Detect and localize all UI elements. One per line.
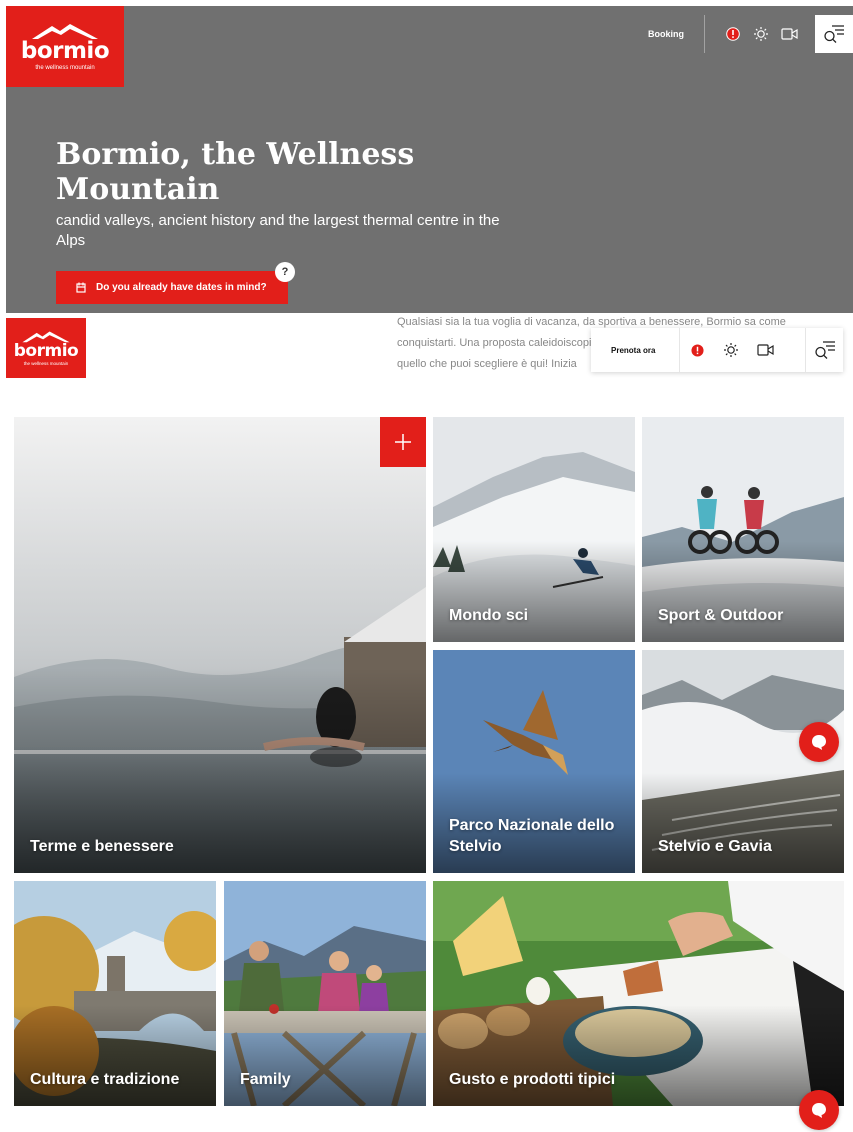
tile-shade bbox=[224, 1004, 426, 1106]
tile-sport-outdoor[interactable]: Sport & Outdoor bbox=[642, 417, 844, 642]
book-now-link[interactable]: Prenota ora bbox=[591, 346, 679, 355]
hero-title: Bormio, the Wellness Mountain bbox=[56, 137, 415, 207]
weather-button[interactable] bbox=[747, 20, 775, 48]
topbar-divider bbox=[704, 15, 705, 53]
tile-label: Family bbox=[240, 1071, 291, 1088]
tile-parco-stelvio[interactable]: Parco Nazionale dello Stelvio bbox=[433, 650, 635, 873]
hero-section: bormio the wellness mountain Booking Bor… bbox=[6, 6, 853, 313]
tile-family[interactable]: Family bbox=[224, 881, 426, 1106]
tile-terme-benessere[interactable]: Terme e benessere bbox=[14, 417, 426, 873]
chat-button[interactable] bbox=[799, 1090, 839, 1130]
tile-gusto-prodotti[interactable]: Gusto e prodotti tipici bbox=[433, 881, 844, 1106]
calendar-icon bbox=[76, 282, 86, 293]
search-menu-button[interactable] bbox=[805, 328, 843, 372]
sun-weather-icon bbox=[754, 27, 768, 41]
tile-cultura-tradizione[interactable]: Cultura e tradizione bbox=[14, 881, 216, 1106]
chat-icon bbox=[812, 1103, 826, 1118]
chat-icon bbox=[812, 735, 826, 750]
search-menu-icon bbox=[824, 25, 844, 43]
dates-button[interactable]: Do you already have dates in mind? bbox=[56, 271, 288, 304]
tile-label: Sport & Outdoor bbox=[658, 607, 784, 624]
tile-label: Terme e benessere bbox=[30, 838, 174, 855]
dates-button-label: Do you already have dates in mind? bbox=[96, 282, 267, 293]
tile-label: Cultura e tradizione bbox=[30, 1071, 180, 1088]
plus-icon bbox=[395, 434, 411, 450]
help-badge[interactable]: ? bbox=[275, 262, 295, 282]
weather-button[interactable] bbox=[714, 336, 748, 364]
search-menu-icon bbox=[814, 341, 835, 359]
tile-label: Parco Nazionale dello Stelvio bbox=[449, 817, 615, 855]
sticky-logo[interactable]: bormio the wellness mountain bbox=[6, 318, 86, 378]
tile-shade bbox=[14, 1004, 216, 1106]
tile-shade bbox=[642, 540, 844, 642]
chat-button[interactable] bbox=[799, 722, 839, 762]
tile-shade bbox=[433, 540, 635, 642]
logo-wordmark: bormio bbox=[13, 340, 79, 361]
info-button[interactable] bbox=[680, 336, 714, 364]
expand-button[interactable] bbox=[380, 417, 426, 467]
logo-tagline: the wellness mountain bbox=[23, 360, 69, 366]
info-button[interactable] bbox=[719, 20, 747, 48]
webcam-button[interactable] bbox=[775, 20, 803, 48]
booking-link[interactable]: Booking bbox=[648, 29, 704, 39]
webcam-button[interactable] bbox=[748, 336, 782, 364]
sun-weather-icon bbox=[724, 343, 738, 357]
hero-subtitle: candid valleys, ancient history and the … bbox=[56, 212, 500, 249]
page: bormio the wellness mountain Booking Bor… bbox=[0, 0, 853, 1132]
search-menu-button[interactable] bbox=[815, 15, 853, 53]
info-icon bbox=[690, 343, 704, 357]
info-icon bbox=[726, 27, 740, 41]
webcam-icon bbox=[780, 28, 798, 40]
top-bar: Booking bbox=[648, 15, 853, 53]
tile-label: Gusto e prodotti tipici bbox=[449, 1071, 616, 1088]
sticky-toolbar: Prenota ora bbox=[591, 328, 843, 372]
tile-mondo-sci[interactable]: Mondo sci bbox=[433, 417, 635, 642]
logo-wordmark: bormio bbox=[20, 38, 110, 64]
tile-shade bbox=[642, 772, 844, 873]
logo-tagline: the wellness mountain bbox=[35, 65, 95, 71]
tile-shade bbox=[433, 1004, 844, 1106]
webcam-icon bbox=[756, 344, 774, 356]
site-logo[interactable]: bormio the wellness mountain bbox=[6, 6, 124, 87]
tile-label: Mondo sci bbox=[449, 607, 529, 624]
tile-label: Stelvio e Gavia bbox=[658, 838, 772, 855]
